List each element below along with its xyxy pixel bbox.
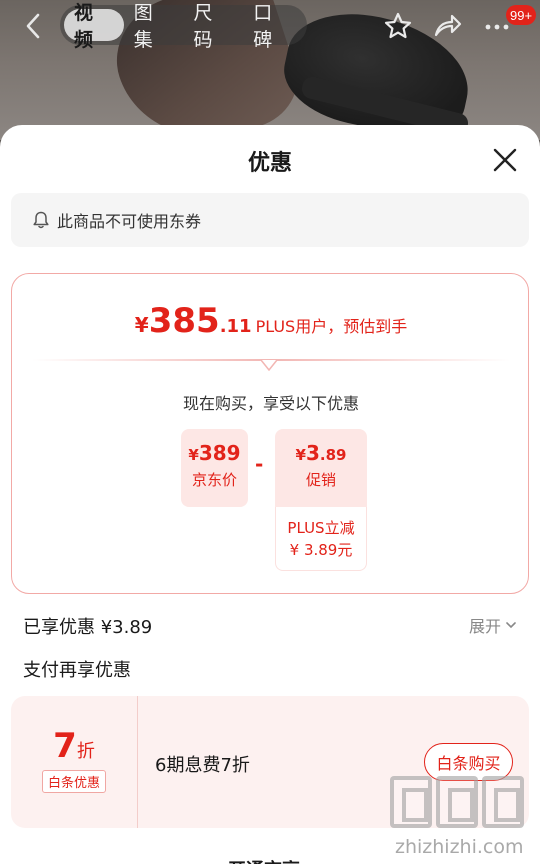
tab-video[interactable]: 视频 bbox=[64, 2, 124, 51]
offer-tag: 白条优惠 bbox=[41, 770, 106, 793]
promo-currency: ¥ bbox=[295, 446, 306, 464]
jd-price-value: 389 bbox=[198, 441, 241, 465]
jd-price-label: 京东价 bbox=[191, 471, 237, 489]
jd-price-pill: ¥389 京东价 bbox=[181, 429, 248, 507]
offer-description: 6期息费7折 bbox=[155, 755, 250, 776]
bell-icon bbox=[33, 211, 49, 229]
divider-notch bbox=[261, 359, 277, 371]
discount-sheet: 优惠 此商品不可使用东券 ¥385.11 PLUS用户，预估到手 现在购买，享受以… bbox=[0, 125, 540, 864]
promo-pill: ¥3.89 促销 bbox=[275, 429, 367, 507]
site-watermark: zhizhizhi.com bbox=[390, 776, 530, 862]
tab-gallery[interactable]: 图集 bbox=[124, 2, 184, 51]
promo-detail: PLUS立减 ¥ 3.89元 bbox=[275, 507, 367, 571]
notification-badge: 99+ bbox=[506, 5, 537, 25]
estimate-decimal: .11 bbox=[219, 316, 252, 337]
coupon-notice: 此商品不可使用东券 bbox=[11, 193, 529, 247]
buy-now-text: 现在购买，享受以下优惠 bbox=[182, 394, 359, 413]
close-button[interactable] bbox=[490, 145, 520, 175]
watermark-logo bbox=[390, 776, 524, 828]
close-icon bbox=[493, 148, 517, 172]
estimate-suffix: PLUS用户，预估到手 bbox=[255, 317, 408, 336]
promo-detail-line1: PLUS立减 bbox=[287, 519, 355, 537]
back-button[interactable] bbox=[16, 8, 52, 44]
share-icon bbox=[434, 14, 462, 37]
price-breakdown-card: ¥385.11 PLUS用户，预估到手 现在购买，享受以下优惠 ¥389 京东价 … bbox=[11, 273, 529, 594]
pay-more-title: 支付再享优惠 bbox=[23, 660, 131, 681]
expand-label: 展开 bbox=[469, 617, 502, 636]
estimated-price: ¥385.11 PLUS用户，预估到手 bbox=[12, 301, 530, 341]
tab-reviews[interactable]: 口碑 bbox=[243, 2, 303, 51]
offer-discount-value: 7 bbox=[53, 726, 77, 766]
estimate-currency: ¥ bbox=[134, 313, 149, 337]
promo-detail-line2: ¥ 3.89元 bbox=[289, 541, 353, 559]
notice-text: 此商品不可使用东券 bbox=[57, 212, 202, 231]
promo-label: 促销 bbox=[305, 471, 336, 489]
star-icon bbox=[384, 12, 412, 39]
promo-integer: 3 bbox=[305, 441, 320, 465]
bottom-partial-text: 开通京享 bbox=[228, 856, 300, 864]
sheet-title: 优惠 bbox=[247, 151, 292, 176]
chevron-down-icon bbox=[506, 622, 516, 629]
estimate-integer: 385 bbox=[148, 301, 220, 341]
chevron-left-icon bbox=[26, 13, 40, 39]
tab-size[interactable]: 尺码 bbox=[184, 2, 244, 51]
enjoyed-discount: 已享优惠 ¥3.89 bbox=[23, 617, 153, 638]
watermark-text: zhizhizhi.com bbox=[395, 836, 524, 858]
offer-discount-unit: 折 bbox=[76, 741, 95, 762]
jd-price-currency: ¥ bbox=[188, 446, 199, 464]
share-button[interactable] bbox=[430, 9, 464, 43]
expand-button[interactable]: 展开 bbox=[469, 613, 518, 637]
minus-sign: - bbox=[255, 452, 264, 476]
media-tabs: 视频 图集 尺码 口碑 bbox=[60, 2, 307, 51]
offer-discount-box: 7折 白条优惠 bbox=[11, 696, 138, 828]
favorite-button[interactable] bbox=[381, 9, 415, 43]
promo-decimal: .89 bbox=[319, 446, 347, 464]
